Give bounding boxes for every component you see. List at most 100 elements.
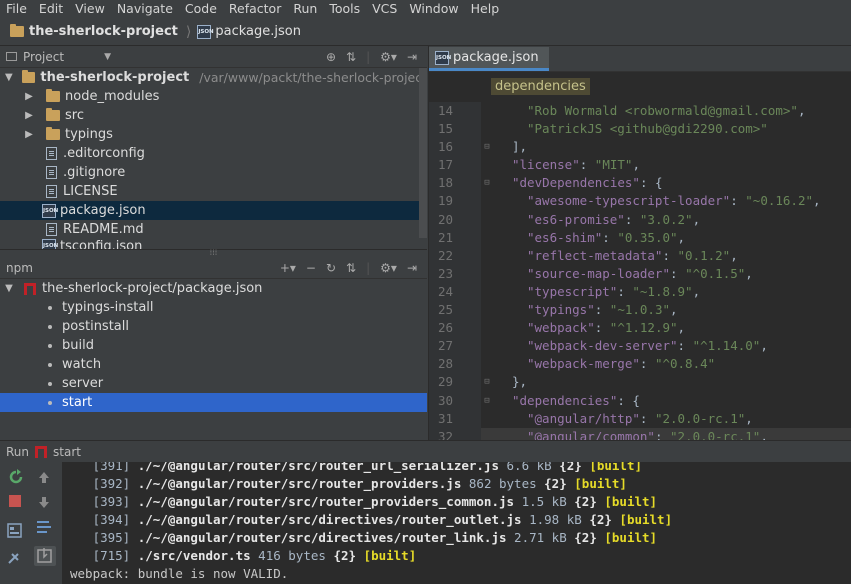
menu-edit[interactable]: Edit xyxy=(33,0,69,18)
npm-script-watch[interactable]: watch xyxy=(0,355,427,374)
menu-vcs[interactable]: VCS xyxy=(366,0,403,18)
fold-marker-icon[interactable] xyxy=(481,410,493,428)
expand-down-icon[interactable]: ▼ xyxy=(2,72,16,83)
code-line[interactable]: 24 "typescript": "~1.8.9", xyxy=(429,282,851,302)
collapse-all-icon[interactable]: ⇅ xyxy=(346,50,356,64)
code-line[interactable]: 25 "typings": "~1.0.3", xyxy=(429,301,851,320)
code-line[interactable]: 28 "webpack-merge": "^0.8.4" xyxy=(429,355,851,374)
fold-marker-icon[interactable] xyxy=(481,102,493,120)
menu-help[interactable]: Help xyxy=(465,0,506,18)
fold-marker-icon[interactable] xyxy=(481,247,493,265)
arrow-up-icon[interactable] xyxy=(39,472,49,483)
fold-marker-icon[interactable]: ⊟ xyxy=(481,373,493,391)
chevron-down-icon[interactable]: ▼ xyxy=(104,52,111,62)
rerun-icon[interactable] xyxy=(9,469,23,484)
code-line[interactable]: 23 "source-map-loader": "^0.1.5", xyxy=(429,264,851,283)
tree-item-gitignore[interactable]: .gitignore xyxy=(0,163,427,182)
code-line[interactable]: 19 "awesome-typescript-loader": "~0.16.2"… xyxy=(429,192,851,211)
remove-icon[interactable]: − xyxy=(306,261,316,275)
code-line[interactable]: 21 "es6-shim": "0.35.0", xyxy=(429,228,851,247)
editor-tab-package-json[interactable]: JSON package.json xyxy=(429,47,549,71)
pin-icon[interactable] xyxy=(8,553,19,564)
expand-right-icon[interactable]: ▶ xyxy=(22,129,36,140)
fold-marker-icon[interactable] xyxy=(481,355,493,373)
menu-code[interactable]: Code xyxy=(179,0,223,18)
expand-right-icon[interactable]: ▶ xyxy=(22,110,36,121)
code-line[interactable]: 16 ⊟], xyxy=(429,138,851,157)
hide-icon[interactable]: ⇥ xyxy=(407,50,417,64)
hide-icon[interactable]: ⇥ xyxy=(407,261,417,275)
menu-navigate[interactable]: Navigate xyxy=(111,0,179,18)
stop-icon[interactable] xyxy=(9,495,21,507)
code-line[interactable]: 15 "PatrickJS <github@gdi2290.com>" xyxy=(429,120,851,139)
fold-marker-icon[interactable] xyxy=(481,211,493,229)
nav-crumb-project[interactable]: the-sherlock-project xyxy=(0,24,178,39)
code-line[interactable]: 22 "reflect-metadata": "0.1.2", xyxy=(429,246,851,265)
fold-marker-icon[interactable] xyxy=(481,428,493,440)
tree-item-src[interactable]: ▶ src xyxy=(0,106,427,125)
code-line[interactable]: 20 "es6-promise": "3.0.2", xyxy=(429,210,851,229)
code-line[interactable]: 32 "@angular/common": "2.0.0-rc.1", xyxy=(429,427,851,440)
fold-marker-icon[interactable] xyxy=(481,192,493,210)
code-line[interactable]: 14 "Rob Wormald <robwormald@gmail.com>", xyxy=(429,102,851,121)
fold-marker-icon[interactable] xyxy=(481,337,493,355)
gear-icon[interactable]: ⚙▾ xyxy=(380,50,397,64)
tree-root[interactable]: ▼ the-sherlock-project /var/www/packt/th… xyxy=(0,68,427,87)
fold-marker-icon[interactable] xyxy=(481,156,493,174)
expand-down-icon[interactable]: ▼ xyxy=(2,283,16,294)
expand-right-icon[interactable]: ▶ xyxy=(22,91,36,102)
fold-marker-icon[interactable] xyxy=(481,301,493,319)
code-line[interactable]: 17 "license": "MIT", xyxy=(429,156,851,175)
soft-wrap-icon[interactable] xyxy=(37,521,51,533)
menu-tools[interactable]: Tools xyxy=(323,0,366,18)
fold-marker-icon[interactable]: ⊟ xyxy=(481,138,493,156)
gear-icon[interactable]: ⚙▾ xyxy=(380,261,397,275)
code-line[interactable]: 18 ⊟ "devDependencies": { xyxy=(429,174,851,193)
tree-item-editorconfig[interactable]: .editorconfig xyxy=(0,144,427,163)
arrow-down-icon[interactable] xyxy=(39,497,49,508)
fold-marker-icon[interactable] xyxy=(481,265,493,283)
npm-script-build[interactable]: build xyxy=(0,336,427,355)
fold-marker-icon[interactable] xyxy=(481,120,493,138)
code-line[interactable]: 27 "webpack-dev-server": "^1.14.0", xyxy=(429,337,851,356)
project-panel-title[interactable]: Project xyxy=(23,50,64,64)
code-area[interactable]: 14 "Rob Wormald <robwormald@gmail.com>", 1… xyxy=(429,102,851,440)
run-config-label[interactable]: start xyxy=(53,445,81,459)
scroll-to-end-icon[interactable] xyxy=(34,546,56,566)
tree-item-package-json[interactable]: JSON package.json xyxy=(0,201,427,220)
npm-script-typings-install[interactable]: typings-install xyxy=(0,298,427,317)
tree-item-node-modules[interactable]: ▶ node_modules xyxy=(0,87,427,106)
menu-window[interactable]: Window xyxy=(403,0,464,18)
run-console[interactable]: [391] ./~/@angular/router/src/router_url… xyxy=(62,462,851,584)
menu-run[interactable]: Run xyxy=(287,0,323,18)
menu-file[interactable]: File xyxy=(0,0,33,18)
panel-splitter[interactable]: ⁞⁞⁞ xyxy=(0,249,427,257)
console-module-status: [built] xyxy=(604,494,658,509)
breadcrumb-dependencies[interactable]: dependencies xyxy=(491,77,590,95)
layout-icon[interactable] xyxy=(7,523,22,538)
nav-crumb-file[interactable]: JSON package.json xyxy=(197,24,301,39)
fold-marker-icon[interactable]: ⊟ xyxy=(481,174,493,192)
project-scrollbar[interactable] xyxy=(419,68,427,238)
npm-script-start[interactable]: start xyxy=(0,393,427,412)
code-line[interactable]: 29 ⊟}, xyxy=(429,373,851,392)
refresh-icon[interactable]: ↻ xyxy=(326,261,336,275)
menu-refactor[interactable]: Refactor xyxy=(223,0,287,18)
code-line[interactable]: 30 ⊟ "dependencies": { xyxy=(429,391,851,410)
code-line[interactable]: 26 "webpack": "^1.12.9", xyxy=(429,319,851,338)
code-line[interactable]: 31 "@angular/http": "2.0.0-rc.1", xyxy=(429,409,851,428)
npm-script-server[interactable]: server xyxy=(0,374,427,393)
fold-marker-icon[interactable] xyxy=(481,229,493,247)
tree-item-license[interactable]: LICENSE xyxy=(0,182,427,201)
target-icon[interactable]: ⊕ xyxy=(326,50,336,64)
fold-marker-icon[interactable] xyxy=(481,283,493,301)
add-icon[interactable]: +▾ xyxy=(280,261,296,275)
menu-view[interactable]: View xyxy=(69,0,111,18)
npm-root[interactable]: ▼ the-sherlock-project/package.json xyxy=(0,279,427,298)
collapse-all-icon[interactable]: ⇅ xyxy=(346,261,356,275)
tree-item-readme[interactable]: README.md xyxy=(0,220,427,239)
tree-item-typings[interactable]: ▶ typings xyxy=(0,125,427,144)
npm-script-postinstall[interactable]: postinstall xyxy=(0,317,427,336)
fold-marker-icon[interactable]: ⊟ xyxy=(481,392,493,410)
fold-marker-icon[interactable] xyxy=(481,319,493,337)
